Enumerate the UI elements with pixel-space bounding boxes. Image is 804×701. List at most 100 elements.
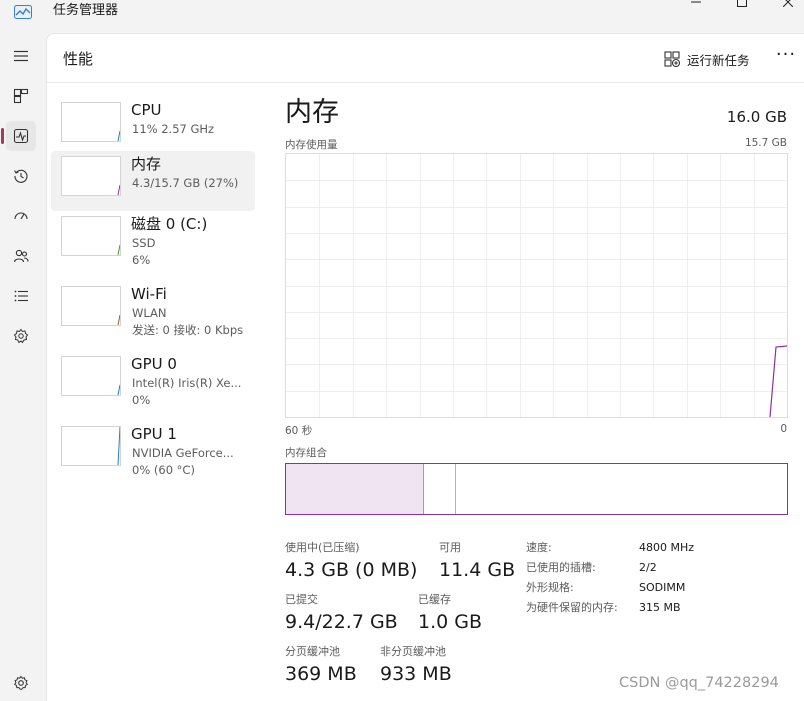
graph-time-start: 60 秒 — [285, 425, 313, 437]
processes-icon — [13, 88, 29, 104]
resource-sparkline — [117, 244, 120, 255]
in-use-value: 4.3 GB (0 MB) — [285, 559, 418, 581]
resource-sparkline — [117, 130, 120, 141]
resource-item[interactable]: Wi-Fi WLAN 发送: 0 接收: 0 Kbps — [51, 281, 255, 341]
nav-startup[interactable] — [6, 201, 36, 231]
committed-value: 9.4/22.7 GB — [285, 611, 398, 633]
available-label: 可用 — [439, 541, 461, 554]
graph-time-end: 0 — [780, 423, 787, 435]
startup-icon — [14, 212, 28, 220]
nonpaged-pool-value: 933 MB — [380, 663, 452, 685]
spec-form-factor-key: 外形规格: — [526, 581, 574, 594]
paged-pool-value: 369 MB — [285, 663, 357, 685]
resource-sparkline — [117, 384, 120, 395]
available-value: 11.4 GB — [439, 559, 516, 581]
gear-icon — [13, 675, 29, 690]
minimize-icon — [691, 1, 701, 3]
nav-users[interactable] — [6, 241, 36, 271]
maximize-icon — [737, 0, 747, 7]
resource-name: Wi-Fi — [131, 285, 167, 303]
nav-menu-button[interactable] — [6, 41, 36, 71]
watermark: CSDN @qq_74228294 — [619, 675, 779, 691]
history-icon — [14, 169, 28, 183]
memory-composition-label: 内存组合 — [285, 447, 327, 459]
resource-thumbnail — [61, 286, 121, 326]
nav-services[interactable] — [6, 321, 36, 351]
resource-thumbnail — [61, 156, 121, 196]
task-manager-app-icon — [14, 4, 32, 19]
resource-detail: 发送: 0 接收: 0 Kbps — [132, 323, 244, 337]
resource-detail: 11% 2.57 GHz — [132, 122, 215, 136]
resource-name: 磁盘 0 (C:) — [131, 215, 208, 233]
committed-label: 已提交 — [285, 593, 318, 606]
resource-detail: NVIDIA GeForce... — [132, 446, 234, 460]
resource-detail: SSD — [132, 236, 156, 250]
minimize-button[interactable] — [676, 0, 716, 10]
spec-slots-value: 2/2 — [639, 561, 657, 574]
nav-processes[interactable] — [6, 81, 36, 111]
resource-name: GPU 0 — [131, 355, 177, 373]
nav-performance[interactable] — [6, 121, 36, 151]
title-bar: 任务管理器 — [0, 0, 804, 30]
total-memory: 16.0 GB — [726, 108, 787, 126]
main-panel: 性能 运行新任务 ··· CPU 11% 2.57 GHz 内存 4.3/15.7 G… — [46, 33, 804, 701]
nav-app-history[interactable] — [6, 161, 36, 191]
resource-item[interactable]: GPU 1 NVIDIA GeForce... 0% (60 °C) — [51, 421, 255, 481]
resource-item[interactable]: GPU 0 Intel(R) Iris(R) Xe... 0% — [51, 351, 255, 411]
more-options-button[interactable]: ··· — [773, 44, 799, 70]
resource-sparkline — [117, 314, 120, 325]
detail-title: 内存 — [285, 97, 339, 128]
spec-speed-key: 速度: — [526, 541, 552, 554]
nav-details[interactable] — [6, 281, 36, 311]
resource-item[interactable]: 磁盘 0 (C:) SSD 6% — [51, 211, 255, 271]
hamburger-icon — [14, 50, 28, 62]
resource-detail: 6% — [132, 253, 151, 267]
close-icon — [783, 0, 793, 7]
composition-in-use — [286, 464, 424, 514]
resource-thumbnail — [61, 356, 121, 396]
resource-thumbnail — [61, 426, 121, 466]
services-icon — [13, 328, 29, 344]
page-title: 性能 — [63, 50, 94, 68]
in-use-label: 使用中(已压缩) — [285, 541, 360, 554]
resource-thumbnail — [61, 102, 121, 142]
resource-detail: 0% — [132, 393, 151, 407]
spec-reserved-key: 为硬件保留的内存: — [526, 601, 618, 614]
resource-item[interactable]: 内存 4.3/15.7 GB (27%) — [51, 151, 255, 211]
resource-sparkline — [117, 184, 120, 195]
window-title: 任务管理器 — [53, 3, 119, 18]
nonpaged-pool-label: 非分页缓冲池 — [380, 645, 446, 658]
spec-form-factor-value: SODIMM — [639, 581, 686, 594]
resource-sparkline — [117, 427, 120, 465]
close-button[interactable] — [768, 0, 804, 10]
active-nav-indicator — [1, 128, 4, 144]
memory-usage-max: 15.7 GB — [744, 137, 787, 149]
resource-detail: 4.3/15.7 GB (27%) — [132, 176, 239, 190]
nav-settings[interactable] — [6, 668, 36, 698]
spec-speed-value: 4800 MHz — [639, 541, 695, 554]
cached-label: 已缓存 — [418, 593, 451, 606]
users-icon — [13, 249, 29, 263]
new-task-icon — [664, 51, 680, 67]
run-new-task-button[interactable]: 运行新任务 — [664, 48, 750, 70]
spec-slots-key: 已使用的插槽: — [526, 561, 596, 574]
maximize-button[interactable] — [722, 0, 762, 10]
resource-name: 内存 — [131, 155, 162, 173]
spec-reserved-value: 315 MB — [639, 601, 681, 614]
memory-usage-label: 内存使用量 — [285, 139, 338, 151]
details-icon — [14, 290, 28, 302]
memory-usage-trace — [769, 345, 788, 418]
cached-value: 1.0 GB — [418, 611, 483, 633]
memory-usage-graph — [285, 153, 788, 418]
composition-modified — [424, 464, 456, 514]
resource-detail: WLAN — [132, 306, 167, 320]
resource-name: CPU — [131, 101, 162, 119]
resource-detail: Intel(R) Iris(R) Xe... — [132, 376, 242, 390]
run-new-task-label: 运行新任务 — [687, 52, 750, 68]
header-divider — [47, 82, 804, 83]
memory-usage-chart — [286, 154, 788, 418]
paged-pool-label: 分页缓冲池 — [285, 645, 340, 658]
resource-item[interactable]: CPU 11% 2.57 GHz — [51, 97, 255, 157]
resource-detail: 0% (60 °C) — [132, 463, 195, 477]
resource-name: GPU 1 — [131, 425, 177, 443]
